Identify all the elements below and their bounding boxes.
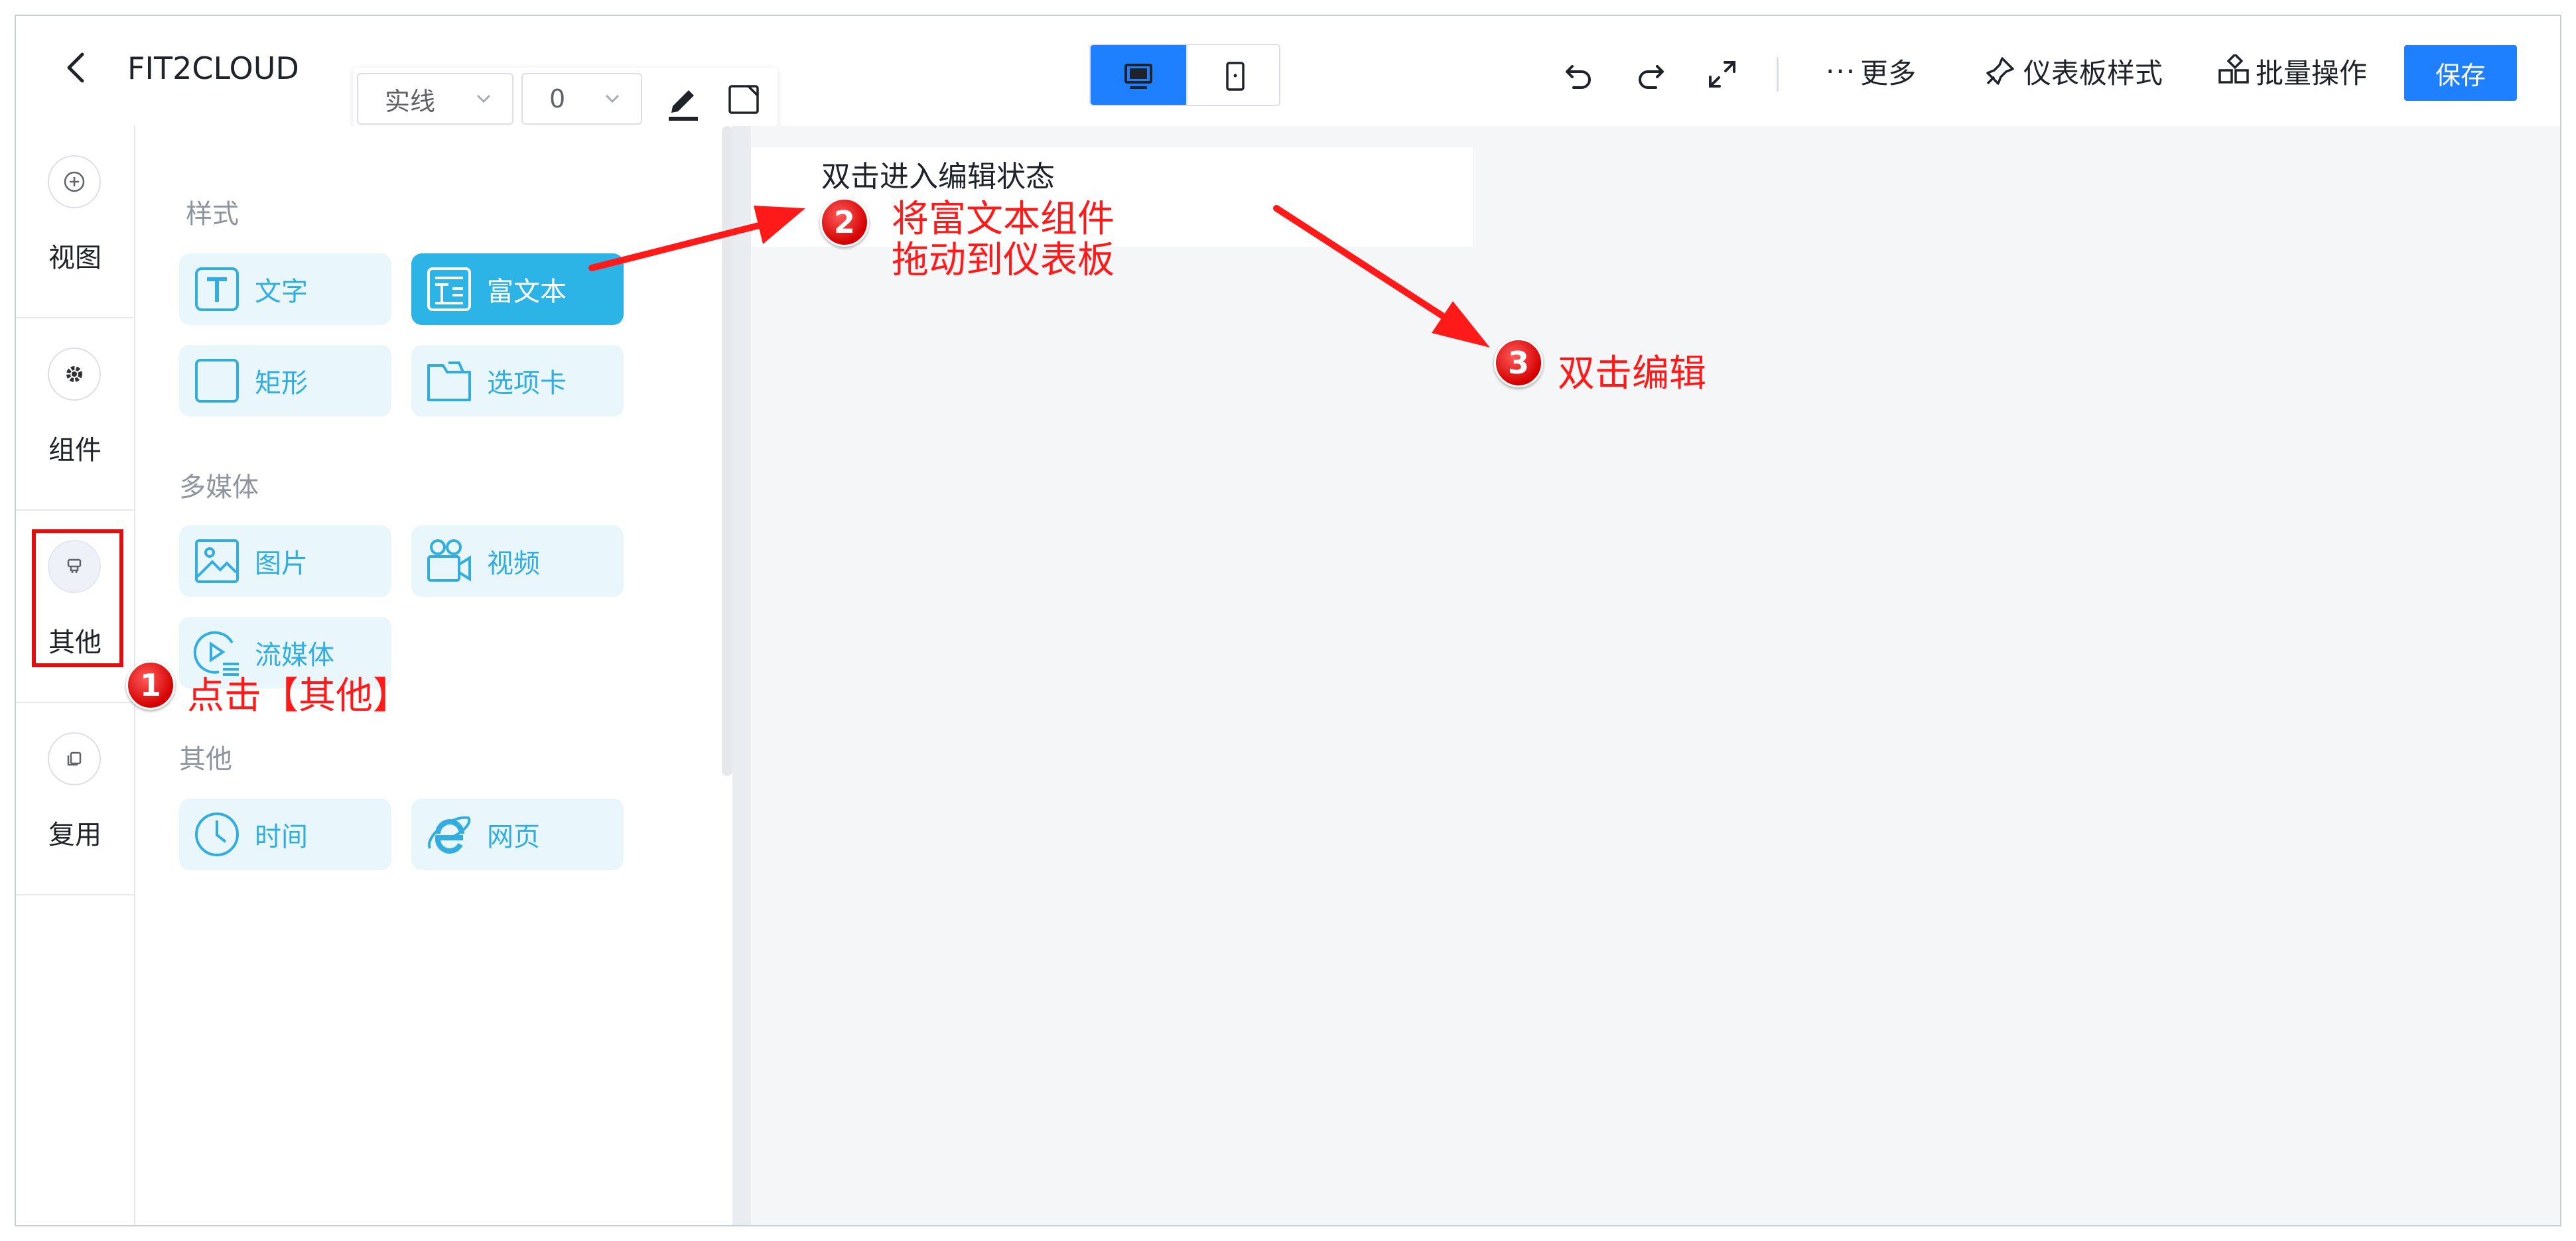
arrow-drag-rich-text <box>588 206 805 271</box>
annotation-arrows <box>588 205 1490 348</box>
dashboard-editor-window: FIT2CLOUD ··· 更多 仪表板样式 批量操作 保存 实线 0 视图 组… <box>15 15 2561 1226</box>
arrow-double-click-edit <box>1273 205 1490 348</box>
